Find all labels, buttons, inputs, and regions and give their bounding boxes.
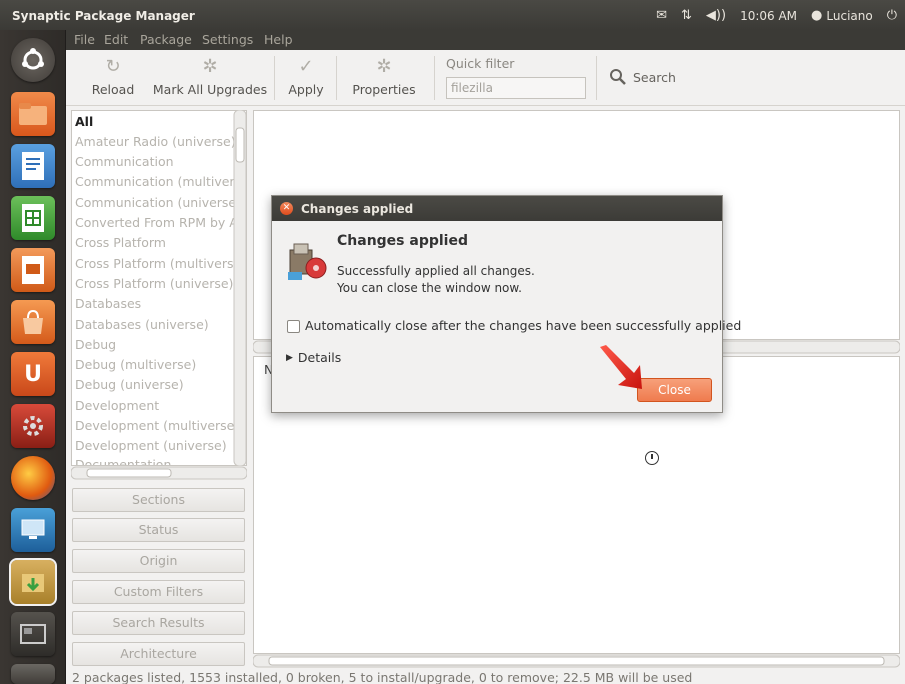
- checkmark-icon: ✓: [298, 56, 314, 77]
- apply-button[interactable]: ✓ Apply: [281, 56, 331, 97]
- toolbar-separator: [274, 56, 275, 100]
- search-label: Search: [633, 69, 676, 85]
- annotation-arrow-icon: [600, 345, 642, 389]
- category-item[interactable]: Databases (universe): [75, 317, 209, 332]
- apply-label: Apply: [288, 82, 324, 97]
- system-settings-icon[interactable]: [11, 404, 55, 448]
- trash-icon[interactable]: [11, 664, 55, 684]
- category-item[interactable]: Cross Platform (universe): [75, 276, 233, 291]
- category-horizontal-scrollbar[interactable]: [71, 466, 247, 480]
- properties-label: Properties: [352, 82, 416, 97]
- details-label: Details: [297, 350, 342, 365]
- indicator-area: ✉ ⇅ ◀)) 10:06 AM ● Luciano ⏻: [656, 8, 897, 23]
- status-filter-button[interactable]: Status: [72, 518, 245, 542]
- app-title: Synaptic Package Manager: [12, 9, 195, 23]
- expander-arrow-icon: ▶: [286, 352, 293, 363]
- toolbar: ↻ Reload ✲ Mark All Upgrades ✓ Apply ✲ P…: [66, 50, 905, 106]
- volume-icon[interactable]: ◀)): [706, 8, 726, 23]
- properties-icon: ✲: [376, 56, 392, 77]
- search-button[interactable]: Search: [609, 68, 676, 86]
- category-item[interactable]: Documentation: [75, 457, 171, 465]
- dialog-message-line2: You can close the window now.: [337, 281, 522, 295]
- calc-icon[interactable]: [11, 196, 55, 240]
- close-icon[interactable]: ✕: [280, 202, 293, 215]
- reload-icon: ↻: [105, 56, 121, 77]
- menu-bar: File Edit Package Settings Help: [0, 30, 905, 50]
- category-item[interactable]: Development (multiverse): [75, 418, 239, 433]
- changes-applied-dialog: ✕ Changes applied Changes applied Succes…: [271, 195, 741, 413]
- user-menu[interactable]: ● Luciano: [811, 8, 873, 23]
- network-icon[interactable]: ⇅: [681, 8, 692, 23]
- menu-edit[interactable]: Edit: [104, 32, 128, 47]
- mail-icon[interactable]: ✉: [656, 8, 667, 23]
- menu-settings[interactable]: Settings: [202, 32, 253, 47]
- ubuntu-one-icon[interactable]: U: [11, 352, 55, 396]
- toolbar-separator: [336, 56, 337, 100]
- power-icon[interactable]: ⏻: [887, 8, 897, 23]
- details-expander[interactable]: ▶ Details: [286, 350, 341, 365]
- launcher: U: [0, 30, 66, 684]
- gear-icon: ✲: [202, 56, 218, 77]
- properties-button[interactable]: ✲ Properties: [344, 56, 424, 97]
- package-installed-icon: [288, 243, 327, 280]
- reload-button[interactable]: ↻ Reload: [88, 56, 138, 97]
- architecture-filter-button[interactable]: Architecture: [72, 642, 245, 666]
- category-vertical-scrollbar[interactable]: [233, 110, 247, 466]
- menu-file[interactable]: File: [74, 32, 95, 47]
- impress-icon[interactable]: [11, 248, 55, 292]
- dialog-message-line1: Successfully applied all changes.: [337, 264, 535, 278]
- auto-close-checkbox[interactable]: [287, 320, 300, 333]
- category-item[interactable]: Amateur Radio (universe): [75, 134, 236, 149]
- synaptic-icon[interactable]: [9, 558, 57, 606]
- close-button[interactable]: Close: [637, 378, 712, 402]
- remote-desktop-icon[interactable]: [11, 508, 55, 552]
- dialog-heading: Changes applied: [337, 233, 468, 249]
- firefox-icon[interactable]: [11, 456, 55, 500]
- category-item[interactable]: Cross Platform (multiverse: [75, 256, 241, 271]
- clock[interactable]: 10:06 AM: [740, 9, 797, 23]
- category-item[interactable]: Cross Platform: [75, 235, 166, 250]
- mark-all-upgrades-button[interactable]: ✲ Mark All Upgrades: [150, 56, 270, 97]
- category-item[interactable]: Debug (universe): [75, 377, 184, 392]
- category-item[interactable]: Development: [75, 398, 159, 413]
- toolbar-separator: [434, 56, 435, 100]
- workspace-switcher-icon[interactable]: [11, 612, 55, 656]
- category-item[interactable]: Converted From RPM by Al: [75, 215, 241, 230]
- top-panel: Synaptic Package Manager ✉ ⇅ ◀)) 10:06 A…: [0, 0, 905, 30]
- files-icon[interactable]: [11, 92, 55, 136]
- ubuntu-logo-icon[interactable]: [11, 38, 55, 82]
- auto-close-label[interactable]: Automatically close after the changes ha…: [305, 318, 741, 333]
- search-results-filter-button[interactable]: Search Results: [72, 611, 245, 635]
- description-horizontal-scrollbar[interactable]: [253, 654, 900, 668]
- quick-filter-input[interactable]: [446, 77, 586, 99]
- category-item[interactable]: Debug: [75, 337, 116, 352]
- search-icon: [610, 69, 626, 85]
- dialog-titlebar: ✕ Changes applied: [272, 196, 722, 221]
- category-list[interactable]: All Amateur Radio (universe) Communicati…: [71, 110, 247, 466]
- category-item[interactable]: Debug (multiverse): [75, 357, 196, 372]
- menu-package[interactable]: Package: [140, 32, 192, 47]
- reload-label: Reload: [91, 82, 135, 97]
- writer-icon[interactable]: [11, 144, 55, 188]
- category-item[interactable]: Development (universe): [75, 438, 227, 453]
- user-name: Luciano: [826, 8, 873, 23]
- sections-filter-button[interactable]: Sections: [72, 488, 245, 512]
- custom-filters-button[interactable]: Custom Filters: [72, 580, 245, 604]
- menu-help[interactable]: Help: [264, 32, 293, 47]
- user-icon: ●: [811, 8, 823, 23]
- toolbar-separator: [596, 56, 597, 100]
- quick-filter-label: Quick filter: [446, 56, 515, 71]
- software-center-icon[interactable]: [11, 300, 55, 344]
- category-item[interactable]: Databases: [75, 296, 141, 311]
- dialog-title: Changes applied: [301, 201, 414, 216]
- origin-filter-button[interactable]: Origin: [72, 549, 245, 573]
- mark-all-upgrades-label: Mark All Upgrades: [152, 82, 268, 97]
- busy-cursor-icon: [645, 451, 659, 465]
- category-item[interactable]: Communication (universe): [75, 195, 241, 210]
- category-item[interactable]: Communication: [75, 154, 174, 169]
- category-item[interactable]: All: [75, 114, 93, 129]
- status-bar: 2 packages listed, 1553 installed, 0 bro…: [72, 670, 693, 684]
- category-item[interactable]: Communication (multivers: [75, 174, 241, 189]
